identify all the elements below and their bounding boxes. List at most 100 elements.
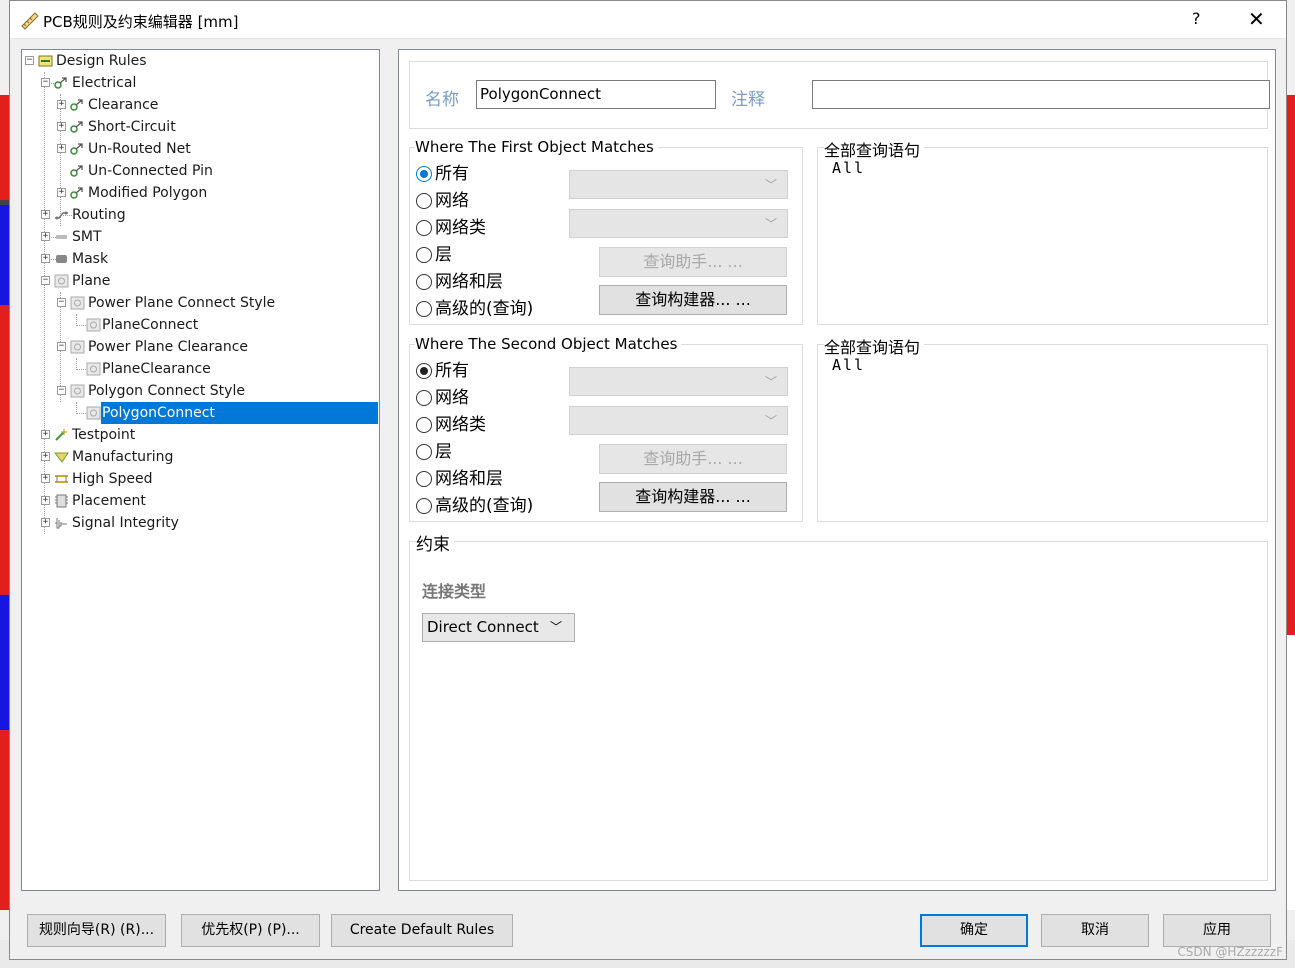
- tree-item-planeconnect[interactable]: PlaneConnect: [22, 314, 379, 336]
- expand-icon[interactable]: +: [57, 100, 66, 109]
- tree-item-label: Polygon Connect Style: [88, 383, 245, 399]
- electrical-rule-icon: [70, 187, 83, 199]
- chevron-down-icon: ﹀: [764, 414, 777, 428]
- tree-item-polygon-connect-style[interactable]: − Polygon Connect Style: [22, 380, 379, 402]
- smt-icon: [56, 235, 67, 239]
- collapse-icon[interactable]: −: [41, 78, 50, 87]
- expand-icon[interactable]: +: [41, 430, 50, 439]
- priorities-button[interactable]: 优先权(P) (P)...: [181, 914, 320, 947]
- tree-item-smt[interactable]: + SMT: [22, 226, 379, 248]
- plane-icon: [54, 274, 69, 288]
- first-net-combo: ﹀: [569, 170, 788, 199]
- chevron-down-icon: ﹀: [764, 178, 777, 192]
- tree-item-clearance[interactable]: + Clearance: [22, 94, 379, 116]
- background-app-left-strip: [0, 0, 9, 968]
- pcb-rules-dialog: PCB规则及约束编辑器 [mm] ? ✕ − Design Rules − El…: [9, 0, 1287, 960]
- second-net-class-combo: ﹀: [569, 406, 788, 435]
- close-button[interactable]: ✕: [1248, 7, 1265, 31]
- tree-item-high-speed[interactable]: + High Speed: [22, 468, 379, 490]
- tree-item-label: Short-Circuit: [88, 119, 176, 135]
- connect-type-select[interactable]: Direct Connect ﹀: [422, 613, 575, 642]
- apply-button[interactable]: 应用: [1163, 914, 1271, 947]
- expand-icon[interactable]: +: [41, 254, 50, 263]
- second-object-matches-title: Where The Second Object Matches: [415, 335, 682, 353]
- first-full-query-title: 全部查询语句: [824, 137, 925, 161]
- collapse-icon[interactable]: −: [41, 276, 50, 285]
- first-full-query-text: All: [832, 159, 866, 177]
- ok-button[interactable]: 确定: [920, 914, 1028, 947]
- expand-icon[interactable]: +: [41, 210, 50, 219]
- rule-name-box: 名称 PolygonConnect 注释: [409, 61, 1270, 129]
- first-query-helper-button: 查询助手... ...: [599, 247, 787, 277]
- tree-item-testpoint[interactable]: + Testpoint: [22, 424, 379, 446]
- connect-type-value: Direct Connect: [427, 618, 539, 636]
- electrical-rule-icon: [70, 99, 83, 111]
- tree-item-un-connected-pin[interactable]: Un-Connected Pin: [22, 160, 379, 182]
- tree-item-label: Signal Integrity: [72, 515, 179, 531]
- collapse-icon[interactable]: −: [25, 56, 34, 65]
- tree-item-label: High Speed: [72, 471, 153, 487]
- expand-icon[interactable]: +: [41, 518, 50, 527]
- tree-item-routing[interactable]: + Routing: [22, 204, 379, 226]
- collapse-icon[interactable]: −: [57, 342, 66, 351]
- electrical-icon: [54, 77, 67, 89]
- plane-rule-icon: [70, 296, 85, 310]
- rules-tree[interactable]: − Design Rules − Electrical + Clearance …: [21, 49, 380, 891]
- tree-item-label: Manufacturing: [72, 449, 174, 465]
- expand-icon[interactable]: +: [57, 144, 66, 153]
- expand-icon[interactable]: +: [41, 496, 50, 505]
- tree-item-label: Electrical: [72, 75, 137, 91]
- tree-item-label: Un-Routed Net: [88, 141, 191, 157]
- routing-icon: [55, 211, 68, 220]
- tree-item-placement[interactable]: + Placement: [22, 490, 379, 512]
- tree-item-electrical[interactable]: − Electrical: [22, 72, 379, 94]
- electrical-rule-icon: [70, 121, 83, 133]
- tree-item-label: SMT: [72, 229, 102, 245]
- expand-icon[interactable]: +: [57, 188, 66, 197]
- tree-item-label: PolygonConnect: [101, 402, 378, 424]
- collapse-icon[interactable]: −: [57, 386, 66, 395]
- first-query-builder-button[interactable]: 查询构建器... ...: [599, 285, 787, 315]
- tree-item-planeclearance[interactable]: PlaneClearance: [22, 358, 379, 380]
- expand-icon[interactable]: +: [41, 452, 50, 461]
- tree-item-label: Power Plane Connect Style: [88, 295, 276, 311]
- design-rules-icon: [38, 55, 53, 67]
- tree-item-polygonconnect[interactable]: PolygonConnect: [22, 402, 379, 424]
- tree-item-manufacturing[interactable]: + Manufacturing: [22, 446, 379, 468]
- expand-icon[interactable]: +: [41, 232, 50, 241]
- rule-comment-input[interactable]: [812, 80, 1270, 109]
- tree-item-label: Modified Polygon: [88, 185, 208, 201]
- tree-item-label: Plane: [72, 273, 111, 289]
- ruler-pencil-icon: [21, 12, 39, 30]
- tree-item-power-plane-connect-style[interactable]: − Power Plane Connect Style: [22, 292, 379, 314]
- tree-item-short-circuit[interactable]: + Short-Circuit: [22, 116, 379, 138]
- chevron-down-icon: ﹀: [764, 217, 777, 231]
- tree-item-label: PlaneClearance: [102, 361, 211, 377]
- tree-item-power-plane-clearance[interactable]: − Power Plane Clearance: [22, 336, 379, 358]
- first-full-query-group: [817, 147, 1268, 325]
- plane-rule-icon: [86, 362, 101, 376]
- second-net-combo: ﹀: [569, 367, 788, 396]
- tree-item-label: Placement: [72, 493, 146, 509]
- electrical-rule-icon: [70, 165, 83, 177]
- second-query-builder-button[interactable]: 查询构建器... ...: [599, 482, 787, 512]
- tree-item-signal-integrity[interactable]: + Signal Integrity: [22, 512, 379, 534]
- help-button[interactable]: ?: [1192, 9, 1201, 28]
- tree-item-un-routed-net[interactable]: + Un-Routed Net: [22, 138, 379, 160]
- second-query-helper-button: 查询助手... ...: [599, 444, 787, 474]
- tree-item-plane[interactable]: − Plane: [22, 270, 379, 292]
- expand-icon[interactable]: +: [41, 474, 50, 483]
- cancel-button[interactable]: 取消: [1041, 914, 1149, 947]
- collapse-icon[interactable]: −: [57, 298, 66, 307]
- rule-name-input[interactable]: PolygonConnect: [476, 80, 716, 109]
- tree-item-mask[interactable]: + Mask: [22, 248, 379, 270]
- rule-wizard-button[interactable]: 规则向导(R) (R)...: [27, 914, 166, 947]
- tree-item-modified-polygon[interactable]: + Modified Polygon: [22, 182, 379, 204]
- tree-item-label: Un-Connected Pin: [88, 163, 213, 179]
- expand-icon[interactable]: +: [57, 122, 66, 131]
- tree-item-label: Design Rules: [56, 53, 147, 69]
- window-title: PCB规则及约束编辑器 [mm]: [43, 13, 239, 31]
- tree-item-design-rules[interactable]: − Design Rules: [22, 50, 379, 72]
- mask-icon: [56, 255, 67, 263]
- create-default-rules-button[interactable]: Create Default Rules: [331, 914, 513, 947]
